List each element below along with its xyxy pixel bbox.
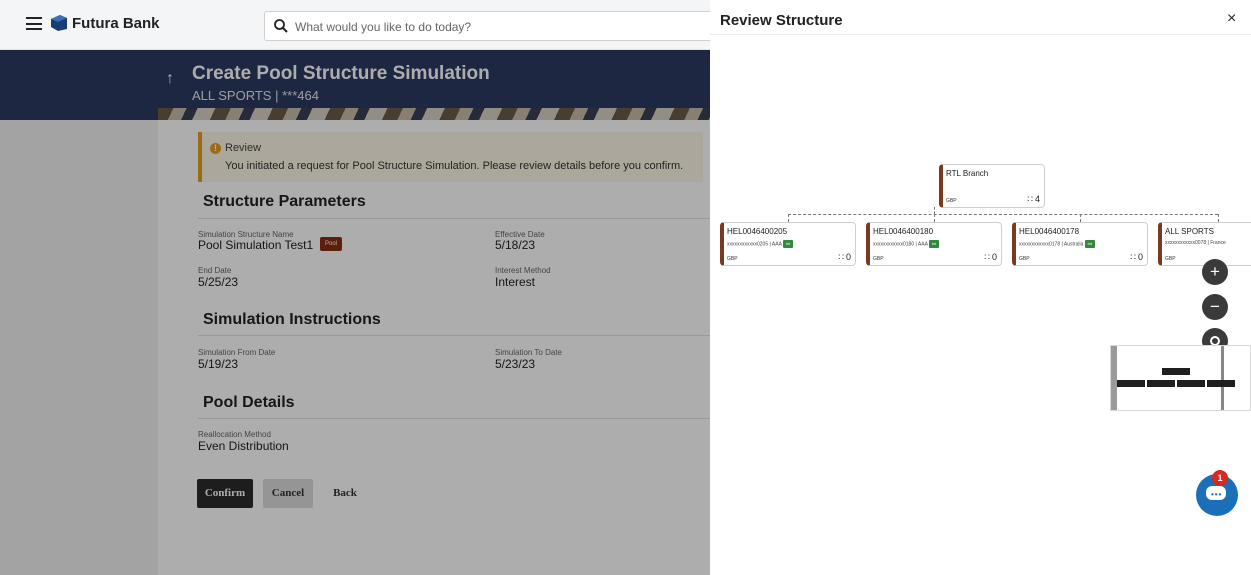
hierarchy-icon: ∷	[1027, 194, 1033, 204]
node-account: xxxxxxxxxxxx0078 | France	[1165, 240, 1226, 246]
minimap-node	[1147, 380, 1175, 387]
minimap-node	[1162, 368, 1190, 375]
tree-connector	[788, 214, 1218, 215]
zoom-in-button[interactable]: +	[1202, 259, 1228, 285]
node-account: xxxxxxxxxxxx0178 | Australia Int	[1019, 240, 1095, 248]
node-currency: GBP	[946, 198, 957, 204]
search-icon	[274, 19, 288, 33]
notification-badge: 1	[1212, 470, 1228, 486]
close-icon[interactable]: ×	[1227, 10, 1236, 28]
hierarchy-icon: ∷	[984, 252, 990, 262]
zoom-out-button[interactable]: −	[1202, 294, 1228, 320]
node-currency: GBP	[1019, 256, 1030, 262]
minimap-viewport-edge	[1221, 346, 1224, 410]
tree-connector	[934, 207, 935, 214]
node-children-count: ∷ 0	[984, 252, 997, 263]
node-children-count: ∷ 4	[1027, 194, 1040, 205]
tree-connector	[1080, 214, 1081, 222]
minimap-node	[1177, 380, 1205, 387]
node-count: 4	[1034, 194, 1040, 204]
node-children-count: ∷ 0	[838, 252, 851, 263]
tree-connector	[788, 214, 789, 222]
minimap-node	[1117, 380, 1145, 387]
hierarchy-icon: ∷	[838, 252, 844, 262]
modal-overlay[interactable]	[0, 50, 710, 575]
node-account-text: xxxxxxxxxxxx0178 | Australia	[1019, 241, 1084, 248]
tree-node-root[interactable]: RTL Branch GBP ∷ 4	[939, 164, 1045, 208]
int-badge: Int	[929, 240, 940, 248]
minimap-viewport-edge	[1111, 346, 1117, 410]
minimap-node	[1207, 380, 1235, 387]
node-currency: GBP	[727, 256, 738, 262]
search-placeholder: What would you like to do today?	[295, 20, 472, 34]
review-structure-panel: Review Structure × RTL Branch GBP ∷ 4 HEL…	[710, 0, 1251, 575]
node-name: HEL0046400180	[873, 227, 934, 236]
node-count: 0	[1137, 252, 1143, 262]
node-name: ALL SPORTS	[1165, 227, 1214, 236]
bank-logo-icon	[51, 15, 67, 31]
hierarchy-icon: ∷	[1130, 252, 1136, 262]
tree-node[interactable]: HEL0046400205 xxxxxxxxxxxx0205 | AAA Int…	[720, 222, 856, 266]
int-badge: Int	[1084, 240, 1095, 248]
brand-name: Futura Bank	[72, 15, 160, 32]
node-name: HEL0046400178	[1019, 227, 1080, 236]
node-currency: GBP	[873, 256, 884, 262]
node-account-text: xxxxxxxxxxxx0180 | AAA	[873, 241, 928, 248]
node-children-count: ∷ 0	[1130, 252, 1143, 263]
tree-minimap[interactable]	[1110, 345, 1251, 411]
chat-icon: •••	[1211, 490, 1223, 499]
tree-connector	[934, 214, 935, 222]
panel-title: Review Structure	[720, 12, 843, 29]
node-currency: GBP	[1165, 256, 1176, 262]
search-input[interactable]: What would you like to do today?	[264, 11, 744, 41]
node-account-text: xxxxxxxxxxxx0205 | AAA	[727, 241, 782, 248]
divider	[710, 34, 1251, 35]
tree-node[interactable]: ALL SPORTS xxxxxxxxxxxx0078 | France GBP	[1158, 222, 1251, 266]
node-name: RTL Branch	[946, 169, 989, 178]
int-badge: Int	[783, 240, 794, 248]
node-account: xxxxxxxxxxxx0180 | AAA Int	[873, 240, 940, 248]
node-count: 0	[991, 252, 997, 262]
node-account: xxxxxxxxxxxx0205 | AAA Int	[727, 240, 794, 248]
node-count: 0	[845, 252, 851, 262]
menu-icon[interactable]	[26, 17, 42, 30]
tree-node[interactable]: HEL0046400180 xxxxxxxxxxxx0180 | AAA Int…	[866, 222, 1002, 266]
tree-node[interactable]: HEL0046400178 xxxxxxxxxxxx0178 | Austral…	[1012, 222, 1148, 266]
node-name: HEL0046400205	[727, 227, 788, 236]
tree-connector	[1218, 214, 1219, 222]
